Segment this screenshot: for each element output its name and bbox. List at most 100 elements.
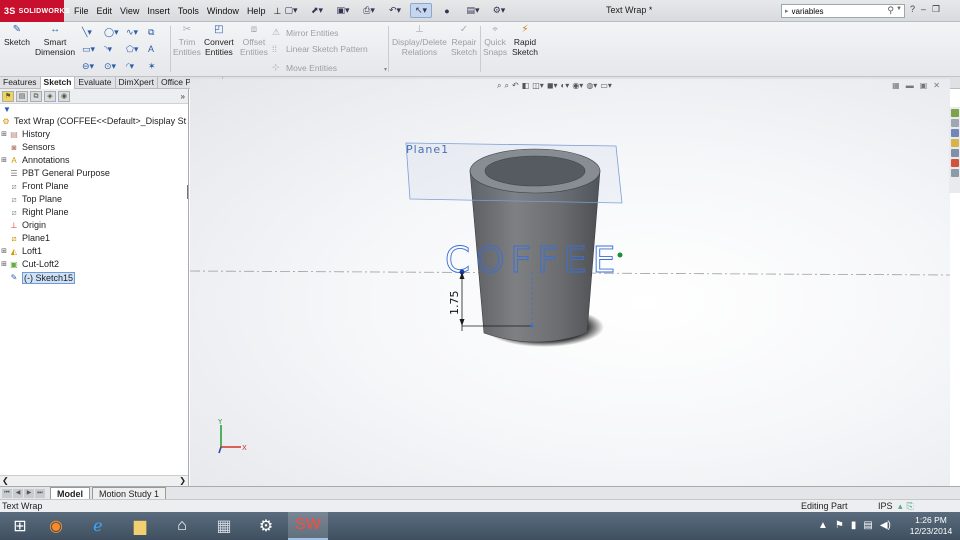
tray-battery-icon[interactable]: ▮ — [851, 520, 857, 531]
taskbar-firefox[interactable]: ◉ — [36, 512, 76, 540]
taskbar-file-explorer[interactable]: ▆ — [120, 512, 160, 540]
menu-insert[interactable]: Insert — [143, 6, 174, 16]
tree-item-front-plane[interactable]: ⧄ Front Plane — [0, 180, 188, 193]
expand-toggle-icon[interactable]: ⊞ — [0, 154, 8, 167]
search-dropdown-icon[interactable]: ▼ — [896, 6, 902, 12]
filter-icon[interactable]: ▼ — [0, 104, 188, 115]
tab-motion-study-1[interactable]: Motion Study 1 — [92, 487, 167, 499]
line-icon[interactable]: ╲▾ — [82, 26, 102, 38]
sketch-endpoint[interactable] — [530, 324, 534, 328]
taskbar-settings[interactable]: ⚙ — [246, 512, 286, 540]
forum-icon[interactable] — [950, 169, 959, 177]
repair-sketch-button[interactable]: ✓ Repair Sketch — [451, 24, 477, 58]
menu-window[interactable]: Window — [203, 6, 243, 16]
wrap-text-coffee[interactable]: COFFEE — [445, 240, 621, 282]
tree-item-history[interactable]: ⊞ ▤ History — [0, 128, 188, 141]
tree-item-sketch15[interactable]: ✎ (-) Sketch15 — [0, 271, 188, 284]
tray-network-icon[interactable]: ▤ — [863, 520, 872, 531]
convert-entities-button[interactable]: ◰ Convert Entities — [204, 24, 234, 58]
tree-item-material[interactable]: ☰ PBT General Purpose — [0, 167, 188, 180]
tab-features[interactable]: Features — [0, 77, 41, 89]
view-palette-icon[interactable] — [950, 139, 959, 147]
taskbar-solidworks[interactable]: SW — [288, 512, 328, 540]
undo-icon[interactable]: ↶▾ — [384, 3, 406, 18]
sketch-button[interactable]: ✎ Sketch — [4, 24, 30, 48]
rapid-sketch-button[interactable]: ⚡ Rapid Sketch — [512, 24, 538, 58]
rebuild-status-icon[interactable]: ⎘ — [907, 500, 914, 512]
next-tab-icon[interactable]: ▶ — [24, 488, 34, 498]
search-scope-icon[interactable]: ▸ — [785, 7, 789, 15]
tray-flag-icon[interactable]: ⚑ — [835, 520, 844, 531]
prev-tab-icon[interactable]: ◀ — [13, 488, 23, 498]
unit-system-dropdown-icon[interactable]: ▴ — [898, 500, 903, 512]
search-box[interactable]: ▸ ⚲ ▼ — [781, 4, 905, 18]
dimension-value-175[interactable]: 1.75 — [448, 291, 461, 316]
open-icon[interactable]: ⬈▾ — [306, 3, 328, 18]
menu-help[interactable]: Help — [243, 6, 270, 16]
minimize-icon[interactable]: – — [921, 4, 926, 15]
polygon-icon[interactable]: ⬠▾ — [126, 43, 146, 55]
tree-root-part[interactable]: ⚙ Text Wrap (COFFEE<<Default>_Display St — [0, 115, 188, 128]
tree-item-loft1[interactable]: ⊞ ◭ Loft1 — [0, 245, 188, 258]
tree-item-cut-loft2[interactable]: ⊞ ▣ Cut-Loft2 — [0, 258, 188, 271]
linear-sketch-pattern-button[interactable]: ⁞⁞ Linear Sketch Pattern — [272, 44, 368, 54]
scroll-left-icon[interactable]: ❮ — [2, 476, 9, 485]
taskbar-home[interactable]: ⌂ — [162, 512, 202, 540]
menu-file[interactable]: File — [70, 6, 93, 16]
solidworks-logo[interactable]: 3S SOLIDWORKS — [0, 0, 70, 22]
tree-item-top-plane[interactable]: ⧄ Top Plane — [0, 193, 188, 206]
tab-model[interactable]: Model — [50, 487, 90, 499]
tray-volume-icon[interactable]: ◀) — [880, 520, 891, 531]
circle-icon[interactable]: ◯▾ — [104, 26, 124, 38]
expand-toggle-icon[interactable]: ⊞ — [0, 245, 8, 258]
tab-evaluate[interactable]: Evaluate — [75, 77, 116, 89]
scroll-right-icon[interactable]: ❯ — [179, 476, 186, 485]
offset-entities-button[interactable]: ⧈ Offset Entities — [240, 24, 268, 58]
smart-dimension-button[interactable]: ↔ Smart Dimension — [35, 24, 75, 58]
tree-item-annotations[interactable]: ⊞ A Annotations — [0, 154, 188, 167]
restore-icon[interactable]: ❐ — [932, 4, 940, 15]
move-entities-button[interactable]: ⊹ Move Entities — [272, 62, 337, 73]
configuration-manager-tab-icon[interactable]: ⧉ — [30, 90, 42, 102]
graphics-area[interactable]: ⌕ ⌕ ↶ ◧ ◫▾ ◼▾ ◐▾ ◉▾ ◍▾ ▭▾ ▦ ▬ ▣ ✕ Plane1… — [190, 79, 950, 486]
text-icon[interactable]: A — [148, 43, 168, 55]
tree-item-sensors[interactable]: ◙ Sensors — [0, 141, 188, 154]
options-icon[interactable]: ⚙▾ — [488, 3, 510, 18]
status-units[interactable]: IPS — [878, 500, 893, 512]
start-button[interactable]: ⊞ — [0, 512, 40, 540]
expand-toggle-icon[interactable]: ⊞ — [0, 128, 8, 141]
tab-sketch[interactable]: Sketch — [40, 77, 76, 89]
dimxpert-manager-tab-icon[interactable]: ◈ — [44, 90, 56, 102]
print-icon[interactable]: ⎙▾ — [358, 3, 380, 18]
taskbar-clock[interactable]: 1:26 PM 12/23/2014 — [905, 515, 957, 537]
file-explorer-icon[interactable] — [950, 129, 959, 137]
menu-view[interactable]: View — [116, 6, 143, 16]
last-tab-icon[interactable]: ⏭ — [35, 488, 45, 498]
slot-icon[interactable]: ⊖▾ — [82, 60, 102, 72]
help-icon[interactable]: ? — [910, 4, 915, 15]
first-tab-icon[interactable]: ⏮ — [2, 488, 12, 498]
tree-item-origin[interactable]: ⊥ Origin — [0, 219, 188, 232]
solidworks-resources-icon[interactable] — [950, 109, 959, 117]
display-delete-relations-button[interactable]: ⊥ Display/Delete Relations — [392, 24, 447, 58]
trim-entities-button[interactable]: ✂ Trim Entities — [173, 24, 201, 58]
sketch-point-right[interactable] — [617, 252, 623, 258]
mirror-entities-button[interactable]: ⚠ Mirror Entities — [272, 27, 338, 38]
taskbar-calculator[interactable]: ▦ — [204, 512, 244, 540]
custom-properties-icon[interactable] — [950, 159, 959, 167]
fillet-icon[interactable]: ◜▾ — [126, 60, 146, 72]
search-icon[interactable]: ⚲ — [887, 5, 894, 16]
save-icon[interactable]: ▣▾ — [332, 3, 354, 18]
new-document-icon[interactable]: ▢▾ — [280, 3, 302, 18]
select-arrow-icon[interactable]: ↖▾ — [410, 3, 432, 18]
feature-tree-horizontal-scrollbar[interactable]: ❮ ❯ — [0, 475, 188, 486]
expand-toggle-icon[interactable]: ⊞ — [0, 258, 8, 271]
tree-item-plane1[interactable]: ⧄ Plane1 — [0, 232, 188, 245]
taskbar-internet-explorer[interactable]: ℯ — [78, 512, 118, 540]
quick-snaps-button[interactable]: ⌖ Quick Snaps — [483, 24, 507, 58]
file-properties-icon[interactable]: ▤▾ — [462, 3, 484, 18]
ellipse-icon[interactable]: ⊙▾ — [104, 60, 124, 72]
design-library-icon[interactable] — [950, 119, 959, 127]
tab-dimxpert[interactable]: DimXpert — [116, 77, 158, 89]
spline-icon[interactable]: ∿▾ — [126, 26, 146, 38]
